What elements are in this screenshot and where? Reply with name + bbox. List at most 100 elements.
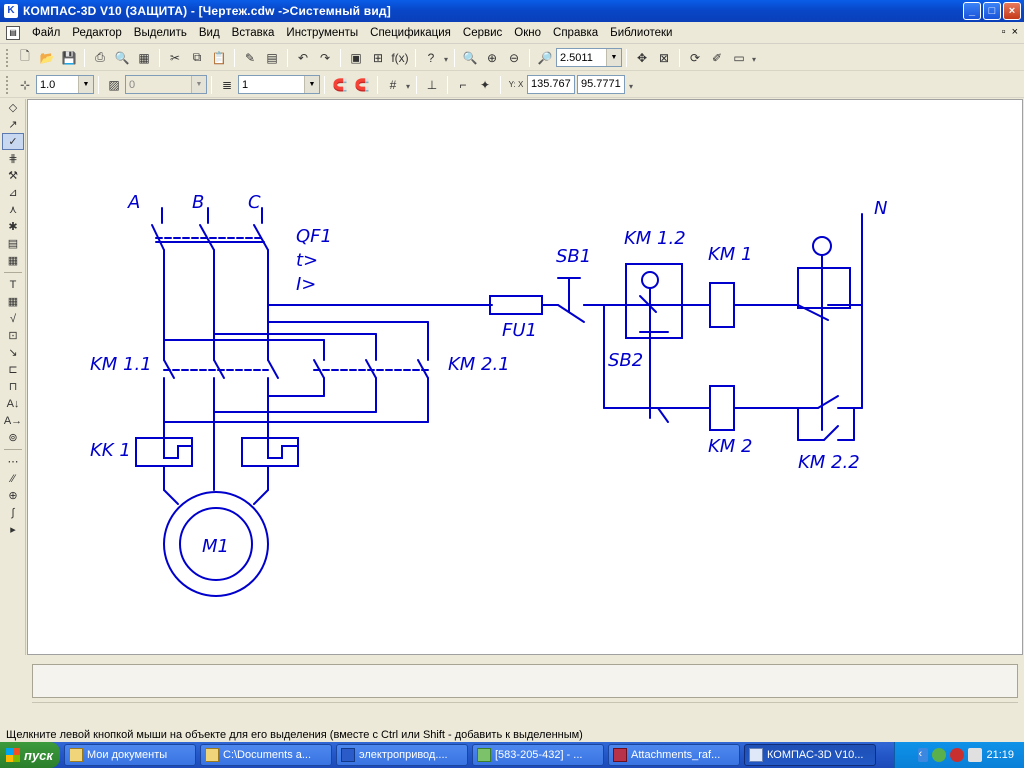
specification-icon[interactable]: ▤: [2, 235, 24, 252]
zoom-all-icon[interactable]: ⊠: [654, 48, 674, 68]
tray-language-icon[interactable]: [968, 748, 983, 762]
chevron-down-icon[interactable]: ▼: [606, 49, 621, 66]
associative-view-icon[interactable]: ✱: [2, 218, 24, 235]
menu-window[interactable]: Окно: [508, 22, 547, 44]
center-mark-icon[interactable]: ⊕: [2, 487, 24, 504]
toolbar-overflow-icon[interactable]: ▾: [627, 75, 635, 95]
step-icon[interactable]: ⊹: [15, 75, 35, 95]
maximize-icon[interactable]: □: [983, 2, 1001, 20]
mdi-restore-icon[interactable]: ▫: [1002, 26, 1006, 38]
style-icon[interactable]: ≣: [217, 75, 237, 95]
layer-icon[interactable]: ▨: [104, 75, 124, 95]
manager-icon[interactable]: ▣: [346, 48, 366, 68]
menu-insert[interactable]: Вставка: [226, 22, 281, 44]
tray-antivirus-icon[interactable]: [950, 748, 965, 762]
menu-view[interactable]: Вид: [193, 22, 226, 44]
tolerance-icon[interactable]: ⊏: [2, 361, 24, 378]
save-icon[interactable]: 💾: [59, 48, 79, 68]
properties-icon[interactable]: ▤: [262, 48, 282, 68]
tray-network-icon[interactable]: [932, 748, 947, 762]
toolbar-overflow-icon[interactable]: ▾: [442, 48, 450, 68]
style-combo[interactable]: 1 ▼: [238, 75, 320, 94]
roughness-icon[interactable]: √: [2, 310, 24, 327]
minimize-icon[interactable]: _: [963, 2, 981, 20]
axis-icon[interactable]: ⋯: [2, 453, 24, 470]
menu-select[interactable]: Выделить: [128, 22, 193, 44]
hatch-icon[interactable]: ⁄⁄: [2, 470, 24, 487]
task-icq-chat[interactable]: [583-205-432] - ...: [472, 744, 604, 766]
task-documents-folder[interactable]: C:\Documents a...: [200, 744, 332, 766]
dimensions-icon[interactable]: ↗: [2, 116, 24, 133]
edit-icon[interactable]: ⋕: [2, 150, 24, 167]
cut-line-icon[interactable]: ⊓: [2, 378, 24, 395]
ortho-icon[interactable]: ⌐: [453, 75, 473, 95]
task-word-document[interactable]: электропривод....: [336, 744, 468, 766]
zoom-combo[interactable]: 2.5011 ▼: [556, 48, 622, 67]
new-document-icon[interactable]: 🗋: [15, 48, 35, 68]
print-icon[interactable]: ⎙: [90, 48, 110, 68]
paste-icon[interactable]: 📋: [209, 48, 229, 68]
menu-libraries[interactable]: Библиотеки: [604, 22, 678, 44]
local-cs-icon[interactable]: ⊥: [422, 75, 442, 95]
toolbar-grip[interactable]: [6, 75, 10, 94]
print-preview-icon[interactable]: 🔍: [112, 48, 132, 68]
menu-file[interactable]: Файл: [26, 22, 66, 44]
select-icon[interactable]: ⋏: [2, 201, 24, 218]
format-painter-icon[interactable]: ✎: [240, 48, 260, 68]
menu-editor[interactable]: Редактор: [66, 22, 128, 44]
document-icon[interactable]: ▤: [6, 25, 20, 40]
pan-icon[interactable]: ✥: [632, 48, 652, 68]
tray-collapse-icon[interactable]: ‹: [918, 748, 929, 762]
zoom-out-icon[interactable]: ⊖: [504, 48, 524, 68]
designations-icon[interactable]: ✓: [2, 133, 24, 150]
cut-icon[interactable]: ✂: [165, 48, 185, 68]
chevron-down-icon[interactable]: ▼: [304, 76, 319, 93]
print-setup-icon[interactable]: ▦: [134, 48, 154, 68]
snap-settings-icon[interactable]: 🧲: [352, 75, 372, 95]
leader-icon[interactable]: ↘: [2, 344, 24, 361]
measure-icon[interactable]: ⊿: [2, 184, 24, 201]
context-help-icon[interactable]: ?: [421, 48, 441, 68]
menu-tools[interactable]: Инструменты: [280, 22, 364, 44]
grid-icon[interactable]: #: [383, 75, 403, 95]
reports-icon[interactable]: ▦: [2, 252, 24, 269]
wavy-line-icon[interactable]: ∫: [2, 504, 24, 521]
parametrization-icon[interactable]: ⚒: [2, 167, 24, 184]
task-attachments[interactable]: Attachments_raf...: [608, 744, 740, 766]
copy-icon[interactable]: ⧉: [187, 48, 207, 68]
open-folder-icon[interactable]: 📂: [37, 48, 57, 68]
toolbar-grip[interactable]: [6, 48, 10, 67]
more-icon[interactable]: ▸: [2, 521, 24, 538]
zoom-in-icon[interactable]: ⊕: [482, 48, 502, 68]
mark-icon[interactable]: ⊚: [2, 429, 24, 446]
coord-x-field[interactable]: 135.767: [527, 75, 575, 94]
round-icon[interactable]: ✦: [475, 75, 495, 95]
regenerate-icon[interactable]: ⟳: [685, 48, 705, 68]
redo-icon[interactable]: ↷: [315, 48, 335, 68]
fx-icon[interactable]: f(x): [390, 48, 410, 68]
step-combo[interactable]: 1.0 ▼: [36, 75, 94, 94]
geometry-icon[interactable]: ◇: [2, 99, 24, 116]
view-arrow-icon[interactable]: A→: [2, 412, 24, 429]
task-my-documents[interactable]: Мои документы: [64, 744, 196, 766]
arrow-icon[interactable]: A↓: [2, 395, 24, 412]
refresh-icon[interactable]: ✐: [707, 48, 727, 68]
coord-y-field[interactable]: 95.7771: [577, 75, 625, 94]
table-icon[interactable]: ▦: [2, 293, 24, 310]
base-icon[interactable]: ⊡: [2, 327, 24, 344]
view-manager-icon[interactable]: ▭: [729, 48, 749, 68]
menu-service[interactable]: Сервис: [457, 22, 508, 44]
menu-help[interactable]: Справка: [547, 22, 604, 44]
zoom-scale-icon[interactable]: 🔎: [535, 48, 555, 68]
menu-specification[interactable]: Спецификация: [364, 22, 457, 44]
close-icon[interactable]: ×: [1003, 2, 1021, 20]
toolbar-overflow-icon[interactable]: ▾: [750, 48, 758, 68]
undo-icon[interactable]: ↶: [293, 48, 313, 68]
snap-icon[interactable]: 🧲: [330, 75, 350, 95]
variables-icon[interactable]: ⊞: [368, 48, 388, 68]
grid-menu-icon[interactable]: ▾: [404, 75, 412, 95]
zoom-icon[interactable]: 🔍: [460, 48, 480, 68]
chevron-down-icon[interactable]: ▼: [78, 76, 93, 93]
start-button[interactable]: пуск: [0, 742, 60, 768]
drawing-canvas[interactable]: A B C N QF1 t> I> FU1 SB1 SB2 KM 1.2 KM …: [27, 99, 1023, 655]
